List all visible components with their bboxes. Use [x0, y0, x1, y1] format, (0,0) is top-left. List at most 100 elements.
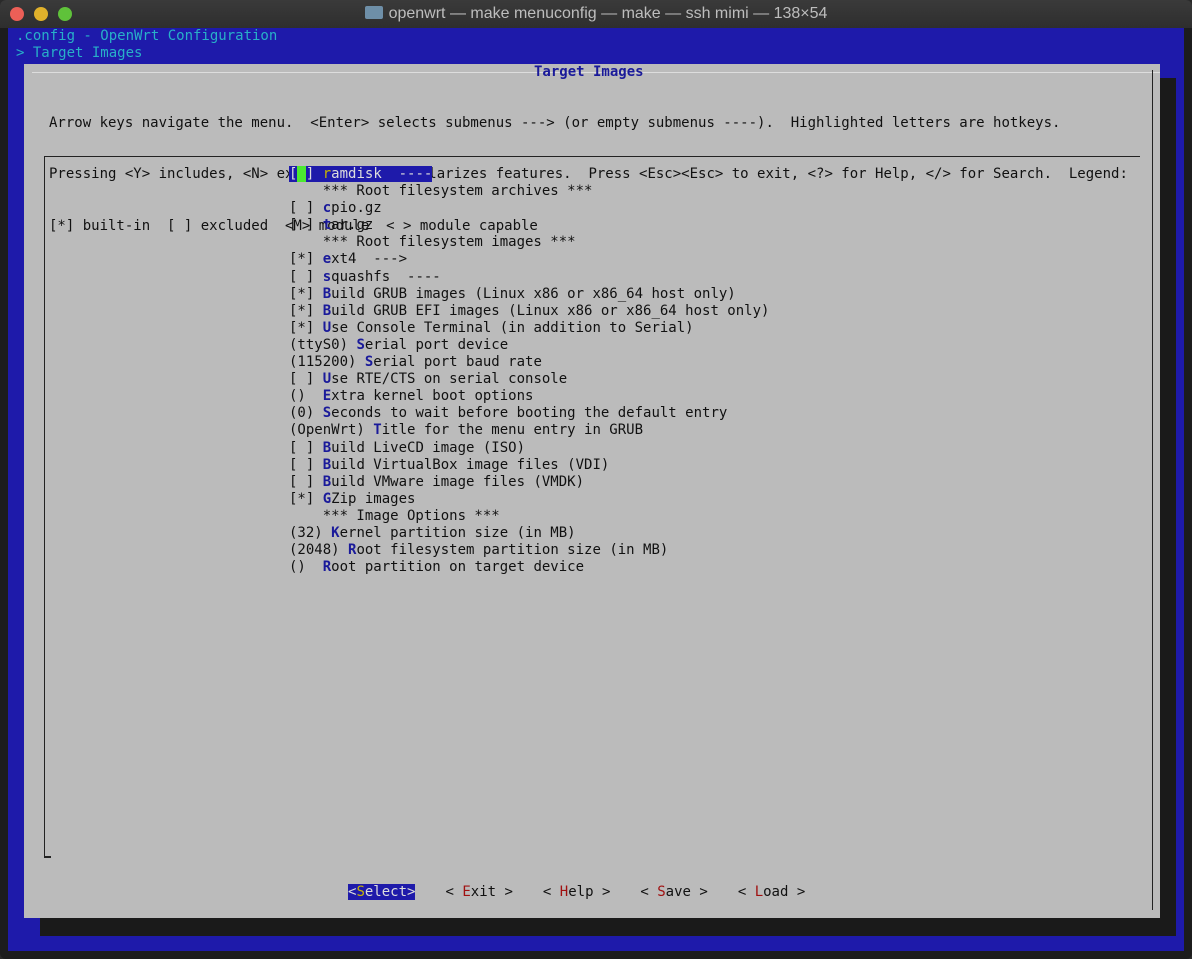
menu-item-prefix: [*] [289, 302, 323, 319]
menu-item[interactable]: [ ] tar.gz [289, 217, 769, 234]
menu-item[interactable]: *** Root filesystem images *** [289, 234, 769, 251]
menu-item-label: ar.gz [331, 217, 374, 234]
menu-item[interactable]: (2048) Root filesystem partition size (i… [289, 542, 769, 559]
menu-item-prefix [289, 508, 323, 524]
menu-item-hotkey: B [322, 285, 332, 302]
menu-item-prefix: [ ] [289, 371, 323, 388]
menu-item[interactable]: [ ] ramdisk ---- [289, 166, 769, 183]
menu-item-content: [*] ext4 ---> [289, 251, 407, 267]
menu-item-hotkey: E [322, 388, 332, 405]
menu-item-hotkey: T [373, 422, 382, 439]
button-select[interactable]: <Select> [348, 884, 416, 900]
menu-item[interactable]: [ ] squashfs ---- [289, 269, 769, 286]
menu-list: [ ] ramdisk ---- *** Root filesystem arc… [289, 166, 769, 576]
menu-item-prefix: (0) [289, 405, 323, 422]
menu-item[interactable]: *** Image Options *** [289, 508, 769, 525]
minimize-button[interactable] [34, 7, 48, 21]
menu-item[interactable]: *** Root filesystem archives *** [289, 183, 769, 200]
config-title: .config - OpenWrt Configuration [16, 28, 278, 44]
button-hotkey: S [356, 884, 365, 900]
menu-item-content: (32) Kernel partition size (in MB) [289, 525, 576, 541]
folder-icon [364, 6, 383, 19]
menu-item-content: *** Root filesystem archives *** [289, 183, 593, 199]
menu-item-prefix: (2048) [289, 542, 349, 559]
menu-item[interactable]: [ ] Build VirtualBox image files (VDI) [289, 457, 769, 474]
terminal-window: openwrt — make menuconfig — make — ssh m… [0, 0, 1192, 959]
help-line: Arrow keys navigate the menu. <Enter> se… [49, 115, 1061, 132]
button-label: elect [364, 884, 408, 900]
menu-item[interactable]: [*] ext4 ---> [289, 251, 769, 268]
menu-item-prefix: [ ] [289, 200, 323, 217]
menu-item-label: se RTE/CTS on serial console [331, 371, 568, 388]
menu-item-content: [ ] Build LiveCD image (ISO) [289, 440, 525, 456]
button-bracket: < [445, 884, 463, 900]
menu-item-hotkey: B [322, 473, 332, 490]
menu-item-prefix [289, 183, 323, 199]
menu-item-prefix: [ ] [289, 268, 323, 285]
menu-item-content: [ ] cpio.gz [289, 200, 382, 216]
button-save[interactable]: < Save > [640, 884, 707, 900]
menu-item[interactable]: () Root partition on target device [289, 559, 769, 576]
menu-item-content: [ ] Build VirtualBox image files (VDI) [289, 457, 609, 473]
menu-item[interactable]: (OpenWrt) Title for the menu entry in GR… [289, 422, 769, 439]
menu-item-label: xt4 ---> [331, 251, 408, 268]
close-button[interactable] [10, 7, 24, 21]
button-help[interactable]: < Help > [543, 884, 610, 900]
title-bar: openwrt — make menuconfig — make — ssh m… [0, 0, 1192, 28]
dialog-border-right [1152, 70, 1153, 910]
menu-item[interactable]: [ ] cpio.gz [289, 200, 769, 217]
menu-item[interactable]: [*] Build GRUB EFI images (Linux x86 or … [289, 303, 769, 320]
menu-item-content: [ ] tar.gz [289, 217, 373, 233]
menu-item-label: econds to wait before booting the defaul… [331, 405, 728, 422]
button-bar: <Select> < Exit > < Help > < Save > < Load > [348, 884, 835, 901]
menu-item-label: quashfs ---- [331, 268, 441, 285]
terminal[interactable]: .config - OpenWrt Configuration > Target… [8, 28, 1184, 951]
menu-item-hotkey: B [322, 302, 332, 319]
menu-item-hotkey: S [356, 336, 365, 353]
menu-item[interactable]: [*] Build GRUB images (Linux x86 or x86_… [289, 286, 769, 303]
menu-item-prefix: [*] [289, 251, 323, 268]
menu-item[interactable]: [*] GZip images [289, 491, 769, 508]
button-hotkey: S [657, 884, 666, 900]
menu-item[interactable]: [ ] Build LiveCD image (ISO) [289, 440, 769, 457]
button-label: oad [763, 884, 789, 900]
maximize-button[interactable] [58, 7, 72, 21]
menu-item-prefix: [ ] [289, 473, 323, 490]
button-label: xit [470, 884, 497, 900]
menu-item-content: [*] Use Console Terminal (in addition to… [289, 320, 694, 336]
menu-item-label: erial port baud rate [373, 354, 542, 371]
button-hotkey: L [754, 884, 764, 900]
menu-item-label: itle for the menu entry in GRUB [381, 422, 644, 439]
menu-item-content: [ ] squashfs ---- [289, 269, 441, 285]
menu-item-label: xtra kernel boot options [331, 388, 534, 405]
menu-item-hotkey: R [322, 559, 332, 576]
button-hotkey: H [559, 884, 569, 900]
menu-item-label: *** Root filesystem images *** [322, 234, 576, 251]
dialog-shadow [1160, 78, 1176, 936]
menu-item-prefix: (OpenWrt) [289, 422, 374, 439]
menu-item[interactable]: [ ] Build VMware image files (VMDK) [289, 474, 769, 491]
menu-item[interactable]: (115200) Serial port baud rate [289, 354, 769, 371]
button-load[interactable]: < Load > [738, 884, 805, 900]
menu-item-hotkey: K [331, 524, 340, 541]
menu-item-content: *** Image Options *** [289, 508, 500, 524]
menu-item-label: amdisk ---- [331, 166, 433, 182]
menu-item-content: [*] GZip images [289, 491, 415, 507]
menu-item-hotkey: U [322, 371, 332, 388]
menu-item[interactable]: (32) Kernel partition size (in MB) [289, 525, 769, 542]
button-exit[interactable]: < Exit > [445, 884, 512, 900]
button-bracket: < [737, 884, 755, 900]
button-bracket: > [788, 884, 806, 900]
menu-item[interactable]: (0) Seconds to wait before booting the d… [289, 405, 769, 422]
menu-item[interactable]: () Extra kernel boot options [289, 388, 769, 405]
menu-item[interactable]: [ ] Use RTE/CTS on serial console [289, 371, 769, 388]
menu-item-prefix: [ ] [289, 456, 323, 473]
button-bracket: > [593, 884, 611, 900]
menu-item-content: (ttyS0) Serial port device [289, 337, 508, 353]
button-label: ave [665, 884, 691, 900]
menu-item-label: *** Image Options *** [322, 507, 500, 524]
menu-item[interactable]: [*] Use Console Terminal (in addition to… [289, 320, 769, 337]
window-title: openwrt — make menuconfig — make — ssh m… [388, 5, 828, 22]
menu-item-content: [*] Build GRUB EFI images (Linux x86 or … [289, 303, 769, 319]
menu-item[interactable]: (ttyS0) Serial port device [289, 337, 769, 354]
